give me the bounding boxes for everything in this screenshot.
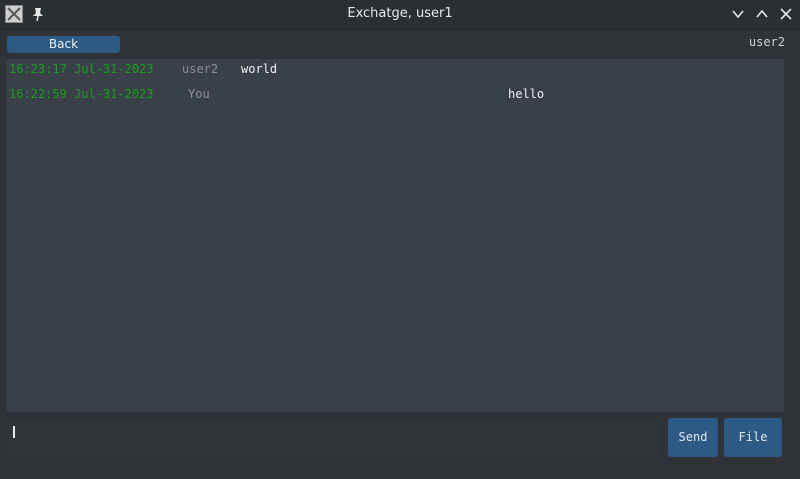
message-sender: You bbox=[188, 87, 210, 101]
file-button[interactable]: File bbox=[724, 418, 782, 457]
chevron-down-icon[interactable] bbox=[730, 6, 746, 22]
message-input[interactable] bbox=[6, 417, 662, 457]
peer-name: user2 bbox=[748, 35, 785, 49]
title-bar: Exchatge, user1 bbox=[0, 0, 800, 30]
message-text: world bbox=[241, 62, 278, 76]
message-list[interactable]: 16:23:17 Jul-31-2023 user2 world 16:22:5… bbox=[6, 59, 784, 412]
send-button[interactable]: Send bbox=[668, 418, 718, 457]
message-text: hello bbox=[508, 87, 545, 101]
message-row: 16:23:17 Jul-31-2023 user2 world bbox=[6, 62, 784, 80]
back-button[interactable]: Back bbox=[7, 36, 120, 53]
message-timestamp: 16:22:59 Jul-31-2023 bbox=[9, 87, 154, 101]
window-title: Exchatge, user1 bbox=[347, 6, 453, 21]
close-icon[interactable] bbox=[778, 6, 794, 22]
message-row: 16:22:59 Jul-31-2023 You hello bbox=[6, 87, 784, 105]
message-timestamp: 16:23:17 Jul-31-2023 bbox=[9, 62, 154, 76]
message-sender: user2 bbox=[182, 62, 219, 76]
text-caret bbox=[13, 426, 15, 438]
chevron-up-icon[interactable] bbox=[754, 6, 770, 22]
